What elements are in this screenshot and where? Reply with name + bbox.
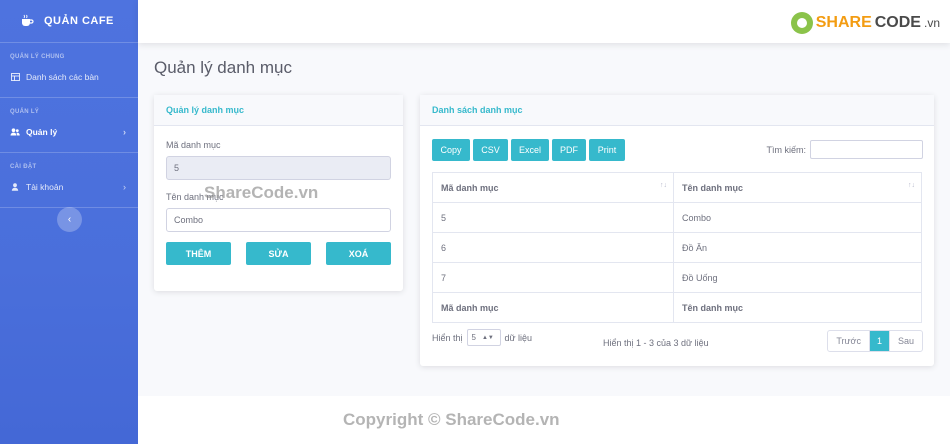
brand-title: QUẢN CAFE — [44, 15, 114, 27]
table-footer-row: Mã danh mục Tên danh mục — [432, 292, 922, 323]
cell-id: 6 — [432, 232, 674, 263]
table-row[interactable]: 7 Đồ Uống — [432, 262, 922, 293]
search-input[interactable] — [810, 140, 923, 159]
logo-text-vn: .vn — [923, 16, 940, 30]
sharecode-logo[interactable]: SHARE CODE .vn — [790, 10, 940, 36]
cell-name: Combo — [673, 202, 922, 233]
table-row[interactable]: 5 Combo — [432, 202, 922, 233]
page-length: Hiển thị 5 ▲▼ dữ liệu — [432, 329, 532, 346]
pdf-button[interactable]: PDF — [552, 139, 586, 161]
footer-header-id: Mã danh mục — [432, 292, 674, 323]
print-button[interactable]: Print — [589, 139, 625, 161]
length-prefix: Hiển thị — [432, 332, 463, 343]
cell-id: 5 — [432, 202, 674, 233]
users-icon — [10, 128, 20, 136]
column-header-name[interactable]: Tên danh mục ↑↓ — [673, 172, 922, 203]
sidebar-item-tables[interactable]: Danh sách các bàn — [0, 66, 138, 88]
user-icon — [10, 183, 20, 191]
chevron-right-icon: › — [123, 182, 126, 192]
brand[interactable]: QUẢN CAFE — [0, 0, 138, 43]
page-length-select[interactable]: 5 ▲▼ — [466, 329, 501, 346]
category-id-label: Mã danh mục — [166, 140, 221, 150]
search-label: Tìm kiếm: — [766, 144, 807, 155]
coffee-cup-icon — [22, 14, 34, 26]
page-button-current[interactable]: 1 — [869, 331, 890, 351]
watermark-bottom: Copyright © ShareCode.vn — [343, 410, 560, 429]
next-page-button[interactable]: Sau — [890, 331, 922, 351]
category-name-field[interactable]: Combo — [166, 208, 391, 232]
logo-icon — [790, 12, 813, 34]
list-card-title: Danh sách danh mục — [420, 95, 934, 126]
footer-header-name: Tên danh mục — [673, 292, 922, 323]
sidebar-heading-settings: CÀI ĐẶT — [10, 164, 37, 170]
prev-page-button[interactable]: Trước — [828, 331, 870, 351]
csv-button[interactable]: CSV — [473, 139, 508, 161]
cell-name: Đồ Uống — [673, 262, 922, 293]
form-card-title: Quản lý danh mục — [154, 95, 403, 126]
sidebar-item-label: Danh sách các bàn — [26, 72, 99, 82]
sidebar-item-manage[interactable]: Quản lý › — [0, 121, 138, 143]
category-id-field[interactable]: 5 — [166, 156, 391, 180]
length-value: 5 — [471, 333, 476, 342]
category-table: Mã danh mục ↑↓ Tên danh mục ↑↓ 5 Combo 6 Đ… — [432, 172, 922, 323]
copy-button[interactable]: Copy — [432, 139, 470, 161]
category-list-card: Danh sách danh mục Copy CSV Excel PDF Pr… — [420, 95, 934, 366]
sidebar: QUẢN CAFE QUẢN LÝ CHUNG Danh sách các bà… — [0, 0, 138, 444]
logo-text-code: CODE — [874, 14, 921, 31]
sidebar-heading-manage: QUẢN LÝ — [10, 109, 40, 115]
chevron-right-icon: › — [123, 127, 126, 137]
cell-id: 7 — [432, 262, 674, 293]
select-arrow-icon: ▲▼ — [481, 334, 494, 341]
column-header-id[interactable]: Mã danh mục ↑↓ — [432, 172, 674, 203]
logo-text-share: SHARE — [815, 14, 872, 31]
page-title: Quản lý danh mục — [154, 58, 292, 77]
sidebar-toggle-button[interactable]: ‹ — [57, 207, 82, 232]
cell-name: Đồ Ăn — [673, 232, 922, 263]
sort-icon: ↑↓ — [908, 182, 915, 189]
excel-button[interactable]: Excel — [511, 139, 549, 161]
add-button[interactable]: THÊM — [166, 242, 231, 265]
export-buttons: Copy CSV Excel PDF Print — [432, 139, 625, 161]
edit-button[interactable]: SỬA — [246, 242, 311, 265]
table-header-row: Mã danh mục ↑↓ Tên danh mục ↑↓ — [432, 172, 922, 203]
pagination: Trước 1 Sau — [827, 330, 923, 352]
sort-icon: ↑↓ — [660, 182, 667, 189]
sidebar-item-account[interactable]: Tài khoản › — [0, 176, 138, 198]
topbar: SHARE CODE .vn — [138, 0, 950, 43]
sidebar-item-label: Quản lý — [26, 127, 58, 137]
search-area: Tìm kiếm: — [766, 140, 923, 159]
table-row[interactable]: 6 Đồ Ăn — [432, 232, 922, 263]
sidebar-item-label: Tài khoản — [26, 182, 64, 192]
watermark-center: ShareCode.vn — [204, 183, 319, 202]
table-info: Hiển thị 1 - 3 của 3 dữ liệu — [603, 338, 709, 348]
sidebar-heading-general: QUẢN LÝ CHUNG — [10, 54, 65, 60]
delete-button[interactable]: XOÁ — [326, 242, 391, 265]
length-suffix: dữ liệu — [504, 332, 533, 343]
table-icon — [10, 73, 20, 81]
